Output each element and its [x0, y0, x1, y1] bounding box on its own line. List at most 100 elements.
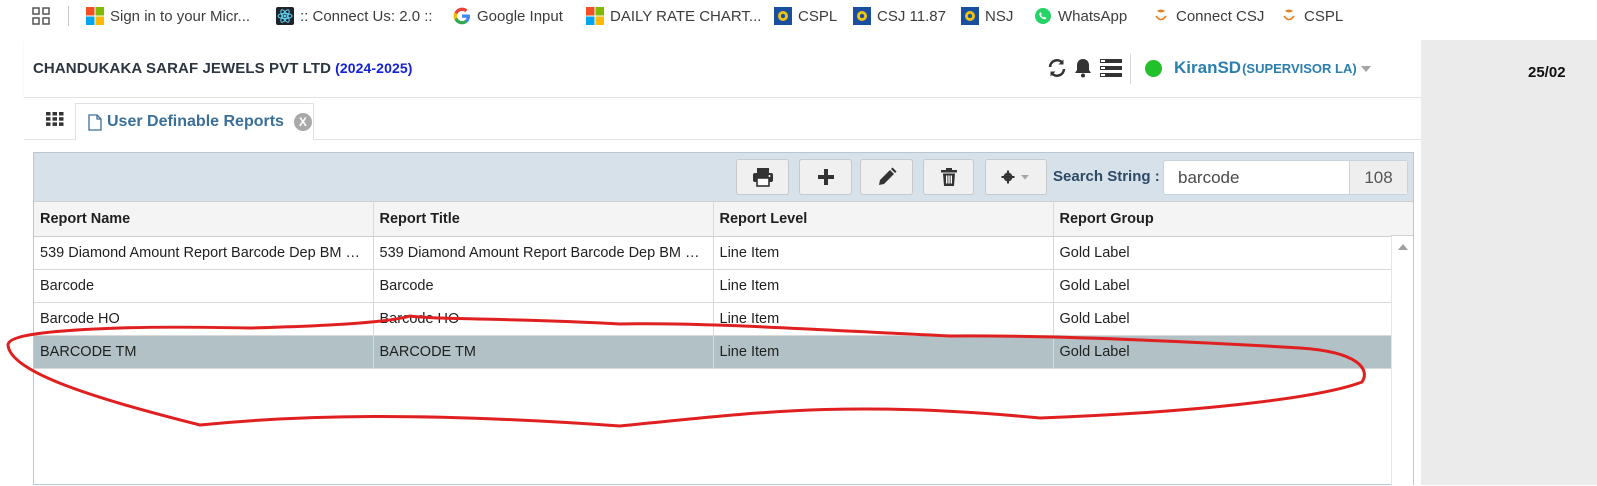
table-cell: Line Item [713, 236, 1054, 270]
bookmark-item[interactable]: WhatsApp [1034, 6, 1127, 26]
right-side-panel: 25/02 [1421, 40, 1597, 485]
company-name: CHANDUKAKA SARAF JEWELS PVT LTD [33, 60, 332, 77]
search-input[interactable] [1164, 161, 1350, 194]
reports-panel: Search String : 108 Report Name Report T… [33, 152, 1414, 486]
table-cell: Barcode HO [34, 302, 374, 336]
table-header-row: Report Name Report Title Report Level Re… [34, 201, 1392, 237]
column-header-report-group[interactable]: Report Group [1053, 201, 1392, 237]
gear-icon [1001, 170, 1029, 184]
document-icon [88, 113, 102, 131]
app-header: CHANDUKAKA SARAF JEWELS PVT LTD (2024-202… [24, 40, 1421, 98]
bookmark-item[interactable]: Google Input [453, 6, 563, 26]
bookmark-item[interactable]: Connect CSJ [1152, 6, 1264, 26]
table-cell: Gold Label [1053, 236, 1392, 270]
react-icon [276, 7, 294, 25]
financial-year: (2024-2025) [335, 60, 413, 76]
print-button[interactable] [736, 159, 789, 195]
table-row[interactable]: Barcode Barcode Line Item Gold Label [34, 269, 1392, 303]
reports-toolbar: Search String : 108 [34, 153, 1413, 201]
settings-dropdown-button[interactable] [985, 159, 1047, 195]
table-cell: Line Item [713, 302, 1054, 336]
apps-grid-icon[interactable] [32, 7, 50, 25]
tab-label: User Definable Reports [107, 113, 284, 130]
user-role: (SUPERVISOR LA) [1242, 61, 1357, 76]
column-header-report-title[interactable]: Report Title [373, 201, 714, 237]
bookmark-label: NSJ [985, 7, 1014, 25]
scroll-up-icon[interactable] [1398, 244, 1408, 250]
search-box: 108 [1163, 160, 1408, 195]
add-report-button[interactable] [799, 159, 852, 195]
table-cell: Gold Label [1053, 302, 1392, 336]
plus-icon [817, 169, 834, 185]
bookmark-item[interactable]: CSJ 11.87 [853, 6, 946, 26]
table-cell: Gold Label [1053, 335, 1392, 369]
table-cell: BARCODE TM [373, 335, 714, 369]
bookmark-label: CSJ 11.87 [877, 7, 946, 25]
gear-site-icon [853, 7, 871, 25]
bookmark-label: DAILY RATE CHART... [610, 7, 762, 25]
table-cell: Line Item [713, 269, 1054, 303]
bookmark-label: CSPL [798, 7, 838, 25]
microsoft-icon [586, 7, 604, 25]
bookmark-label: Sign in to your Micr... [110, 7, 251, 25]
printer-icon [752, 168, 773, 187]
delete-report-button[interactable] [923, 159, 974, 195]
csj-logo-icon [1155, 9, 1167, 21]
trash-icon [940, 168, 957, 186]
table-cell: 539 Diamond Amount Report Barcode Dep BM… [34, 236, 374, 270]
bookmark-item[interactable]: DAILY RATE CHART... [586, 6, 761, 26]
column-header-report-name[interactable]: Report Name [34, 201, 374, 237]
column-header-report-level[interactable]: Report Level [713, 201, 1054, 237]
refresh-icon[interactable] [1046, 57, 1068, 79]
edit-report-button[interactable] [860, 159, 913, 195]
online-status-indicator [1145, 60, 1162, 77]
bookmark-label: CSPL [1304, 7, 1344, 25]
result-count: 108 [1349, 161, 1407, 194]
table-cell: 539 Diamond Amount Report Barcode Dep BM… [373, 236, 714, 270]
user-menu[interactable]: KiranSD(SUPERVISOR LA) [1174, 58, 1371, 78]
table-row-selected[interactable]: BARCODE TM BARCODE TM Line Item Gold Lab… [34, 335, 1392, 369]
google-icon [453, 7, 470, 25]
bookmark-item[interactable]: NSJ [961, 6, 1013, 26]
bookmark-item[interactable]: CSPL [774, 6, 837, 26]
bookmark-label: WhatsApp [1058, 7, 1128, 25]
close-icon[interactable]: X [293, 113, 312, 131]
table-cell: Gold Label [1053, 269, 1392, 303]
table-row[interactable]: 539 Diamond Amount Report Barcode Dep BM… [34, 236, 1392, 270]
company-title: CHANDUKAKA SARAF JEWELS PVT LTD (2024-202… [33, 60, 413, 77]
table-cell: BARCODE TM [34, 335, 374, 369]
scrollbar-header-corner [1391, 201, 1413, 236]
bell-icon[interactable] [1072, 57, 1094, 79]
bookmark-item[interactable]: Sign in to your Micr... [86, 6, 250, 26]
reports-table: Report Name Report Title Report Level Re… [34, 201, 1392, 369]
bookmark-label: Google Input [477, 7, 563, 25]
bookmark-label: :: Connect Us: 2.0 :: [300, 7, 433, 25]
chevron-down-icon [1360, 65, 1371, 72]
bookmarks-separator [68, 6, 69, 26]
table-row[interactable]: Barcode HO Barcode HO- Line Item Gold La… [34, 302, 1392, 336]
pencil-icon [878, 167, 896, 185]
user-name: KiranSD [1174, 58, 1242, 77]
table-cell: Barcode [373, 269, 714, 303]
search-label: Search String : [1053, 168, 1160, 185]
table-cell: Line Item [713, 335, 1054, 369]
module-grid-button[interactable] [36, 104, 74, 134]
grid-icon [46, 112, 64, 126]
tab-bar: User Definable Reports X [24, 98, 1421, 141]
whatsapp-icon [1035, 8, 1051, 24]
bookmark-item[interactable]: CSPL [1280, 6, 1343, 26]
header-divider [1130, 54, 1131, 84]
microsoft-icon [86, 7, 104, 25]
header-actions [1046, 57, 1124, 79]
bookmark-item[interactable]: :: Connect Us: 2.0 :: [276, 6, 433, 26]
table-cell: Barcode [34, 269, 374, 303]
gear-site-icon [961, 7, 979, 25]
gear-site-icon [774, 7, 792, 25]
menu-list-icon[interactable] [1098, 57, 1124, 79]
csj-logo-icon [1283, 9, 1295, 21]
table-cell: Barcode HO- [373, 302, 714, 336]
bookmark-label: Connect CSJ [1176, 7, 1265, 25]
current-date: 25/02 [1528, 64, 1566, 81]
tab-user-definable-reports[interactable]: User Definable Reports X [75, 103, 314, 141]
vertical-scrollbar[interactable] [1391, 236, 1413, 486]
